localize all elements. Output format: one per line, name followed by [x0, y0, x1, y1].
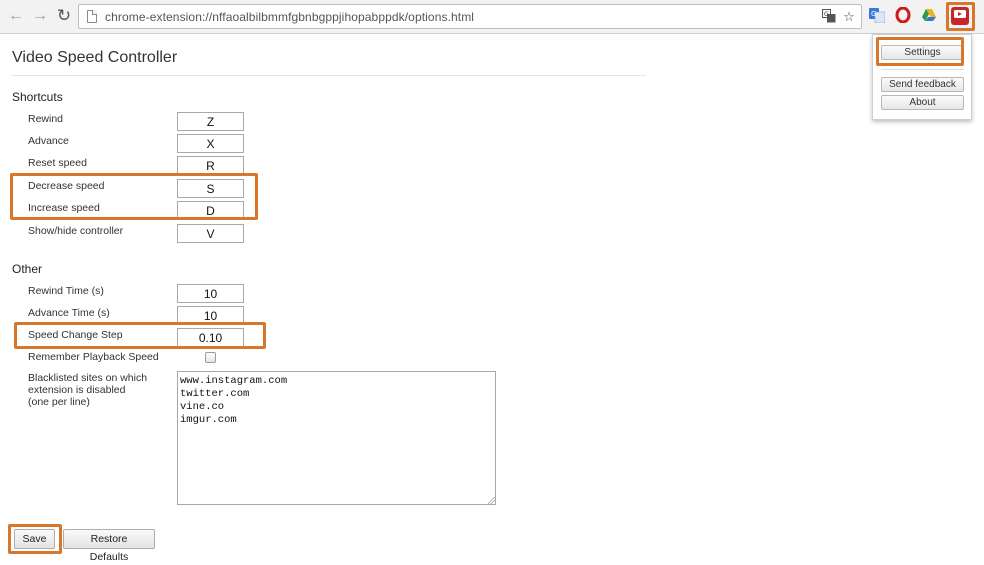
other-heading: Other: [12, 262, 43, 276]
url-text[interactable]: chrome-extension://nffaoalbilbmmfgbnbgpp…: [105, 10, 474, 24]
star-icon[interactable]: ☆: [841, 9, 857, 25]
shortcut-input-increase-speed[interactable]: [177, 201, 244, 220]
shortcut-label-decrease-speed: Decrease speed: [28, 180, 105, 192]
advance-time-input[interactable]: [177, 306, 244, 325]
forward-button[interactable]: →: [30, 6, 50, 26]
blacklist-label-line-1: Blacklisted sites on which: [28, 372, 148, 384]
blacklist-textarea[interactable]: www.instagram.com twitter.com vine.co im…: [177, 371, 496, 505]
browser-toolbar: ← → ↻ chrome-extension://nffaoalbilbmmfg…: [0, 0, 984, 34]
speed-change-step-label: Speed Change Step: [28, 329, 123, 341]
extension-popup-menu: Settings Send feedback About: [872, 34, 972, 120]
shortcut-input-reset-speed[interactable]: [177, 156, 244, 175]
rewind-time-label: Rewind Time (s): [28, 285, 104, 297]
reload-button[interactable]: ↻: [54, 6, 74, 26]
save-button[interactable]: Save: [14, 529, 55, 549]
textarea-resize-grip-icon[interactable]: [488, 497, 495, 504]
shortcut-label-show-hide-controller: Show/hide controller: [28, 225, 124, 237]
restore-defaults-button[interactable]: Restore Defaults: [63, 529, 155, 563]
remember-playback-speed-label: Remember Playback Speed: [28, 351, 159, 363]
google-drive-extension-icon[interactable]: [920, 7, 938, 25]
google-translate-extension-icon[interactable]: G: [868, 7, 886, 25]
shortcuts-heading: Shortcuts: [12, 90, 63, 104]
rewind-time-input[interactable]: [177, 284, 244, 303]
video-speed-controller-extension-icon[interactable]: [951, 7, 969, 25]
remember-playback-speed-checkbox[interactable]: [205, 352, 216, 363]
popup-divider: [881, 69, 964, 70]
address-bar[interactable]: chrome-extension://nffaoalbilbmmfgbnbgpp…: [78, 4, 862, 29]
shortcut-label-reset-speed: Reset speed: [28, 157, 87, 169]
page-title: Video Speed Controller: [12, 49, 178, 66]
shortcut-input-show-hide-controller[interactable]: [177, 224, 244, 243]
title-divider: [12, 75, 646, 76]
shortcut-label-increase-speed: Increase speed: [28, 202, 100, 214]
svg-text:G: G: [824, 11, 829, 18]
svg-text:G: G: [871, 10, 876, 18]
settings-button[interactable]: Settings: [881, 45, 964, 60]
page-icon: [87, 10, 97, 23]
shortcut-input-advance[interactable]: [177, 134, 244, 153]
shortcut-label-advance: Advance: [28, 135, 69, 147]
blacklist-label-line-2: extension is disabled: [28, 384, 126, 396]
advance-time-label: Advance Time (s): [28, 307, 110, 319]
send-feedback-button[interactable]: Send feedback: [881, 77, 964, 92]
shortcut-input-rewind[interactable]: [177, 112, 244, 131]
shortcut-label-rewind: Rewind: [28, 113, 64, 125]
blacklist-label-line-3: (one per line): [28, 396, 90, 408]
opera-extension-icon[interactable]: [894, 6, 912, 25]
back-button[interactable]: ←: [6, 6, 26, 26]
translate-icon[interactable]: G: [821, 9, 837, 25]
shortcut-input-decrease-speed[interactable]: [177, 179, 244, 198]
about-button[interactable]: About: [881, 95, 964, 110]
speed-change-step-input[interactable]: [177, 328, 244, 347]
